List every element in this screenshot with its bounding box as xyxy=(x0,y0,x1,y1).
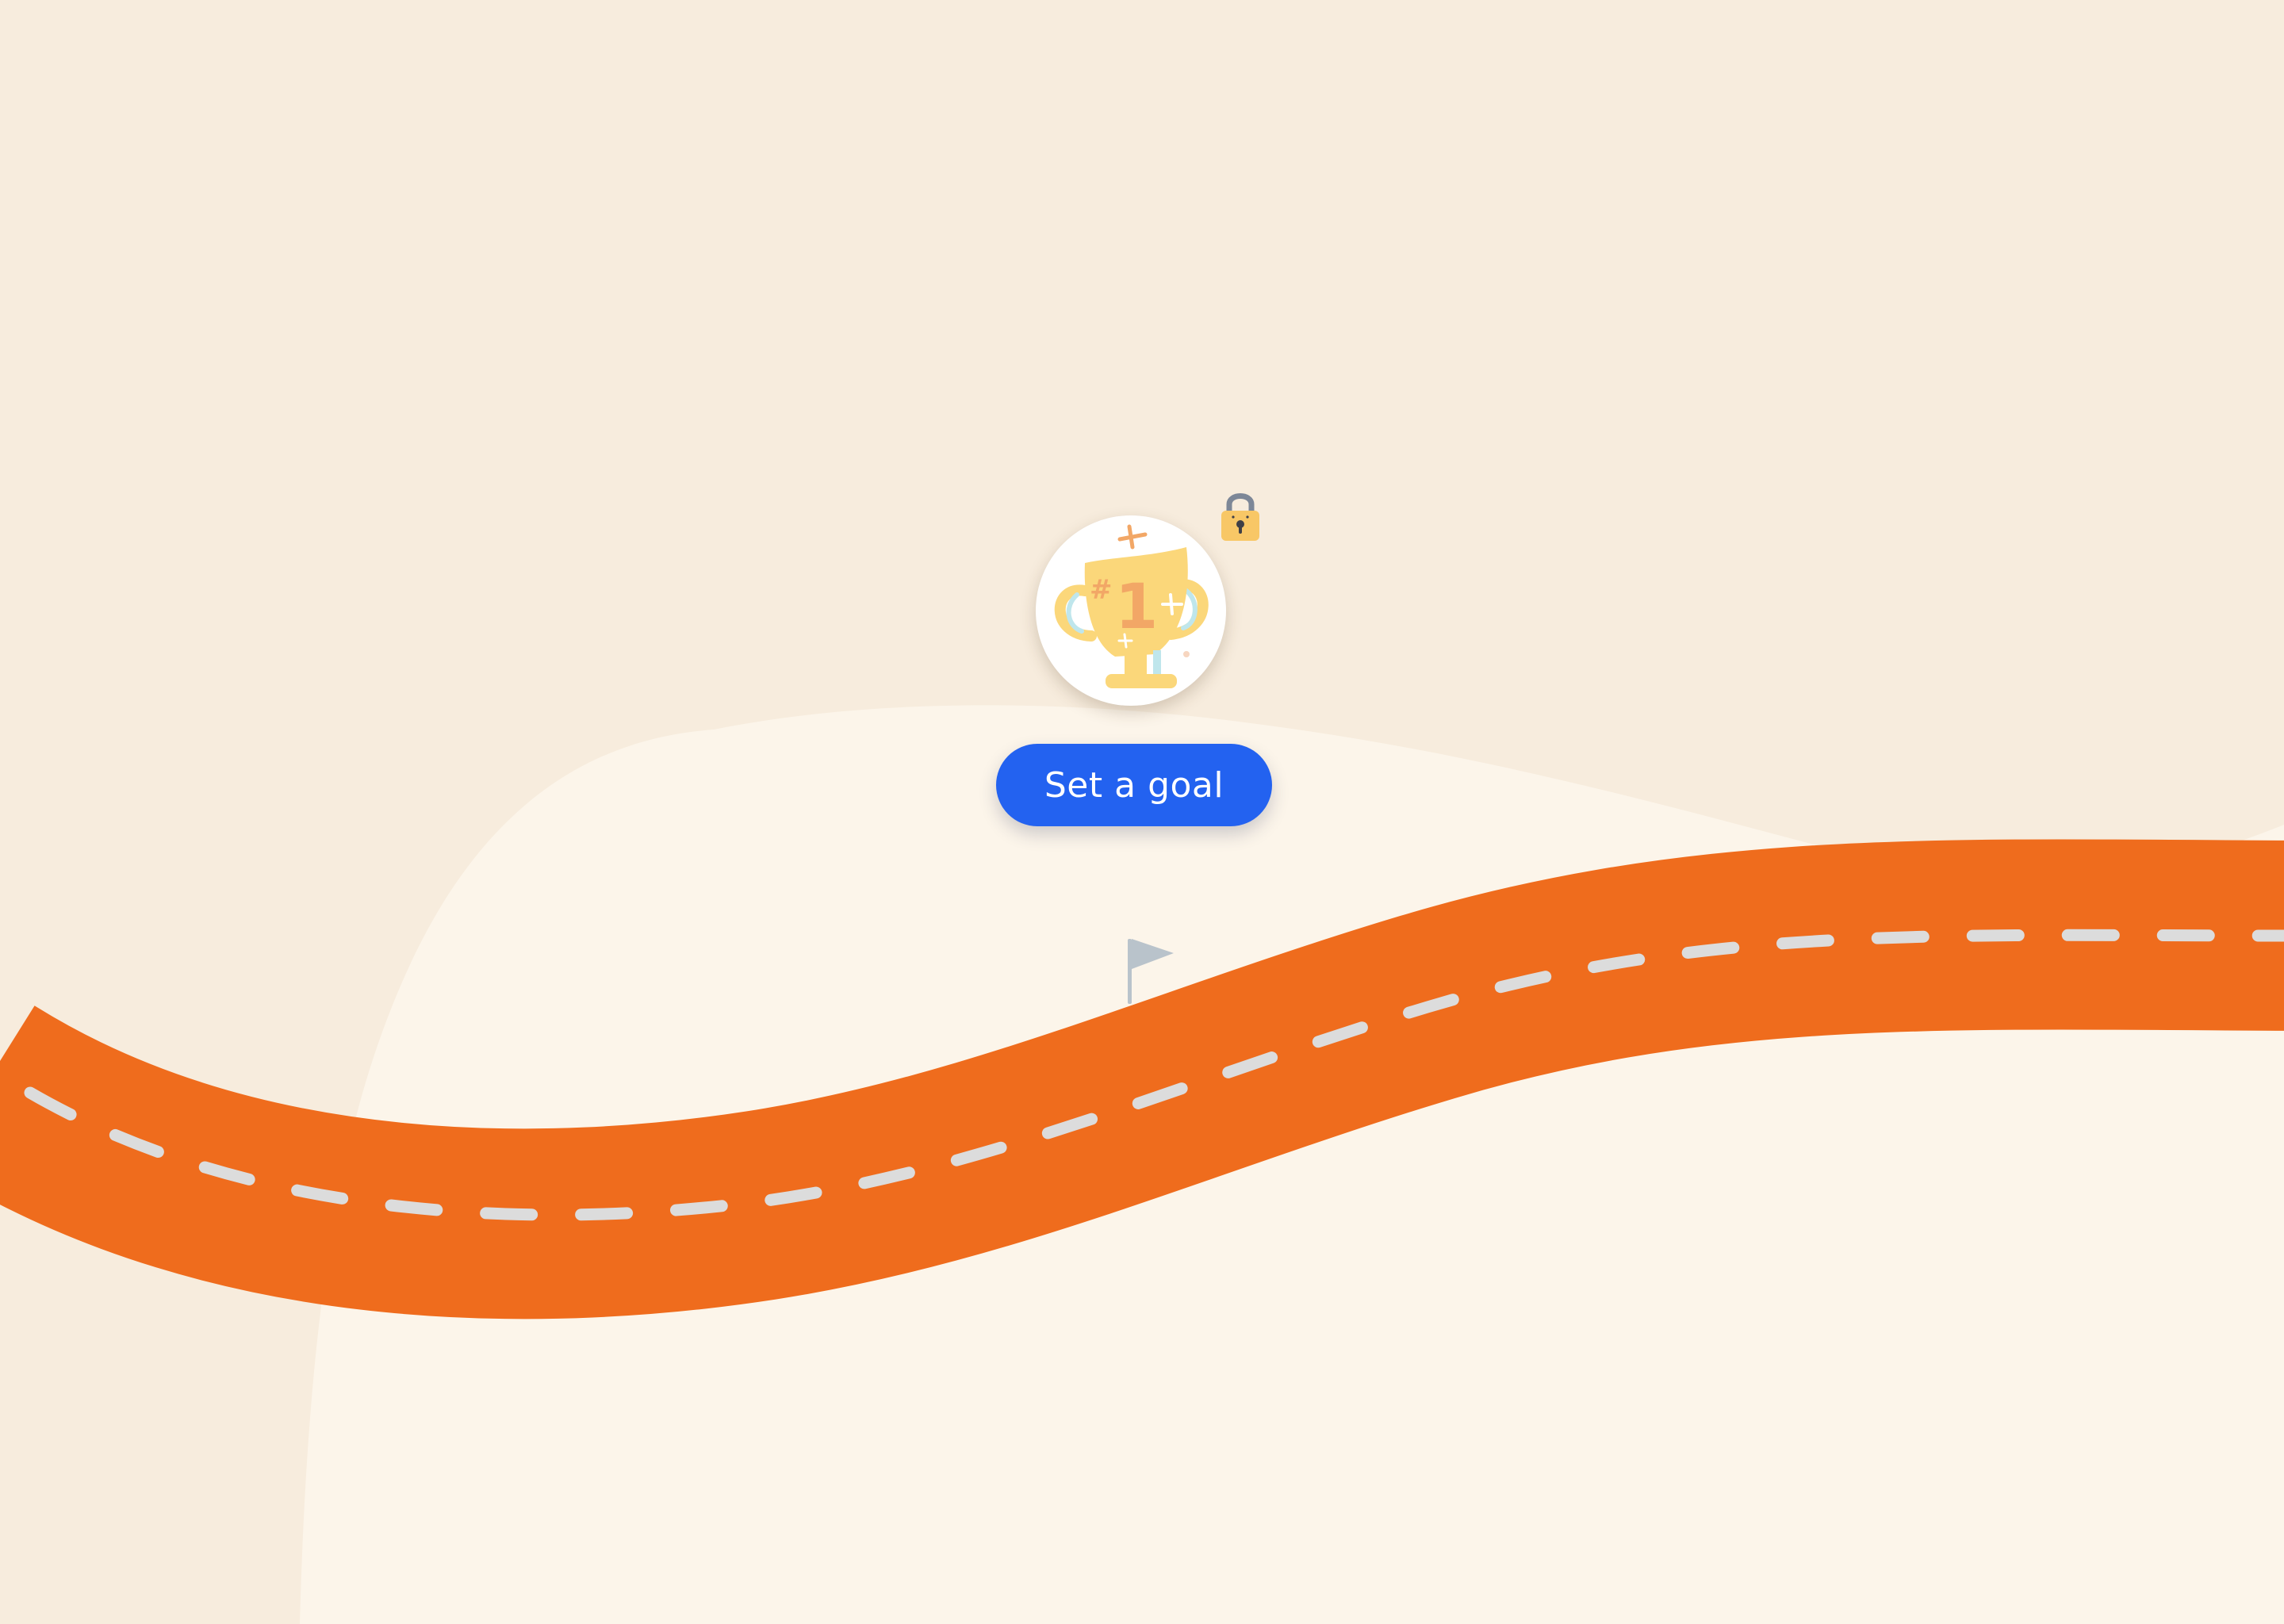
lock-icon xyxy=(1221,493,1259,541)
svg-text:1: 1 xyxy=(1115,572,1158,643)
trophy-badge[interactable]: # 1 xyxy=(1036,515,1226,706)
goal-journey-scene: # 1 Set a goal xyxy=(0,0,2284,1624)
trophy-icon: # 1 xyxy=(1054,524,1209,688)
set-goal-button[interactable]: Set a goal xyxy=(996,744,1272,826)
trophy-rank-text: # xyxy=(1090,574,1113,606)
flag-icon xyxy=(1128,939,1174,1004)
